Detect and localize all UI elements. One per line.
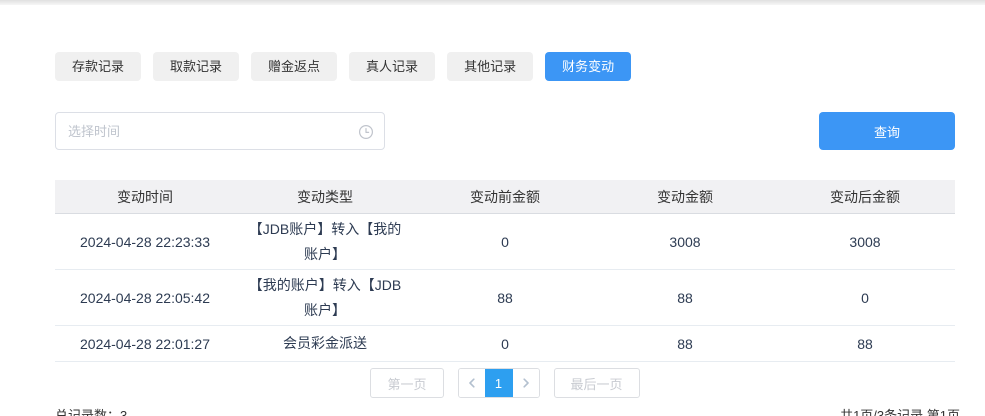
table-footer: 总记录数：3 共1页/3条记录 第1页 bbox=[55, 405, 960, 416]
top-divider bbox=[0, 0, 985, 5]
cell-change-type-text: 【我的账户】转入【JDB账户】 bbox=[244, 273, 406, 322]
cell-amount-before: 0 bbox=[415, 336, 595, 352]
tab-bonus-rebate[interactable]: 赠金返点 bbox=[251, 52, 337, 81]
prev-page-button[interactable] bbox=[459, 369, 485, 397]
finance-changes-table: 变动时间 变动类型 变动前金额 变动金额 变动后金额 2024-04-28 22… bbox=[55, 180, 955, 362]
pagination: 第一页 1 最后一页 bbox=[55, 368, 955, 398]
cell-change-amount: 88 bbox=[595, 290, 775, 306]
cell-change-time: 2024-04-28 22:05:42 bbox=[55, 290, 235, 306]
date-range-picker[interactable] bbox=[55, 112, 385, 150]
date-input[interactable] bbox=[68, 124, 350, 139]
record-tabs: 存款记录 取款记录 赠金返点 真人记录 其他记录 财务变动 bbox=[55, 52, 955, 81]
tab-live-records[interactable]: 真人记录 bbox=[349, 52, 435, 81]
column-header-change-time: 变动时间 bbox=[55, 187, 235, 207]
table-row: 2024-04-28 22:01:27 会员彩金派送 0 88 88 bbox=[55, 326, 955, 362]
tab-withdrawal-records[interactable]: 取款记录 bbox=[153, 52, 239, 81]
column-header-amount-before: 变动前金额 bbox=[415, 187, 595, 207]
chevron-right-icon bbox=[520, 377, 532, 389]
page-summary-label: 共1页/3条记录 第1页 bbox=[840, 405, 960, 416]
chevron-left-icon bbox=[466, 377, 478, 389]
page-number-1[interactable]: 1 bbox=[485, 369, 513, 397]
clock-icon bbox=[358, 124, 374, 140]
filter-row: 查询 bbox=[55, 112, 955, 150]
table-header-row: 变动时间 变动类型 变动前金额 变动金额 变动后金额 bbox=[55, 180, 955, 214]
cell-change-type: 【我的账户】转入【JDB账户】 bbox=[235, 273, 415, 322]
cell-change-time: 2024-04-28 22:23:33 bbox=[55, 234, 235, 250]
query-button[interactable]: 查询 bbox=[819, 112, 955, 150]
cell-change-type: 【JDB账户】转入【我的账户】 bbox=[235, 217, 415, 266]
tab-other-records[interactable]: 其他记录 bbox=[447, 52, 533, 81]
column-header-change-amount: 变动金额 bbox=[595, 187, 775, 207]
cell-amount-after: 88 bbox=[775, 336, 955, 352]
cell-change-type-text: 会员彩金派送 bbox=[283, 331, 367, 356]
column-header-amount-after: 变动后金额 bbox=[775, 187, 955, 207]
next-page-button[interactable] bbox=[513, 369, 539, 397]
cell-amount-before: 88 bbox=[415, 290, 595, 306]
cell-amount-after: 3008 bbox=[775, 234, 955, 250]
cell-amount-before: 0 bbox=[415, 234, 595, 250]
pager-group: 1 bbox=[458, 368, 540, 398]
column-header-change-type: 变动类型 bbox=[235, 187, 415, 207]
cell-change-time: 2024-04-28 22:01:27 bbox=[55, 336, 235, 352]
cell-change-amount: 88 bbox=[595, 336, 775, 352]
cell-amount-after: 0 bbox=[775, 290, 955, 306]
table-row: 2024-04-28 22:05:42 【我的账户】转入【JDB账户】 88 8… bbox=[55, 270, 955, 326]
tab-finance-changes[interactable]: 财务变动 bbox=[545, 52, 631, 81]
cell-change-type-text: 【JDB账户】转入【我的账户】 bbox=[244, 217, 406, 266]
last-page-button[interactable]: 最后一页 bbox=[554, 368, 640, 398]
table-row: 2024-04-28 22:23:33 【JDB账户】转入【我的账户】 0 30… bbox=[55, 214, 955, 270]
cell-change-type: 会员彩金派送 bbox=[235, 331, 415, 356]
first-page-button[interactable]: 第一页 bbox=[370, 368, 443, 398]
cell-change-amount: 3008 bbox=[595, 234, 775, 250]
records-panel: 存款记录 取款记录 赠金返点 真人记录 其他记录 财务变动 查询 变动时间 变动… bbox=[0, 52, 985, 416]
total-records-label: 总记录数：3 bbox=[55, 405, 127, 416]
tab-deposit-records[interactable]: 存款记录 bbox=[55, 52, 141, 81]
